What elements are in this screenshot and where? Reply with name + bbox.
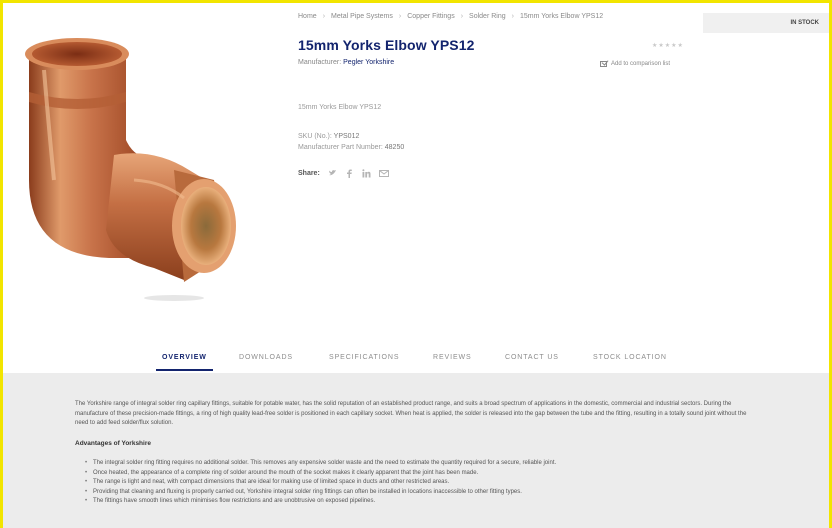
add-to-compare-label: Add to comparison list — [611, 61, 671, 67]
advantages-list: The integral solder ring fitting require… — [85, 459, 745, 507]
manufacturer-line: Manufacturer: Pegler Yorkshire — [298, 59, 394, 66]
sku-line: SKU (No.): YPS012 — [298, 131, 404, 142]
breadcrumb-separator: › — [322, 13, 326, 20]
tab-downloads[interactable]: DOWNLOADS — [239, 354, 293, 361]
product-image[interactable] — [14, 30, 264, 305]
sku-label: SKU (No.): — [298, 133, 332, 140]
email-icon[interactable] — [378, 169, 389, 178]
advantages-heading: Advantages of Yorkshire — [75, 440, 151, 447]
compare-checkbox-icon — [600, 61, 607, 67]
facebook-icon[interactable] — [345, 169, 354, 178]
tab-reviews[interactable]: REVIEWS — [433, 354, 472, 361]
breadcrumb: Home › Metal Pipe Systems › Copper Fitti… — [298, 13, 603, 20]
mpn-label: Manufacturer Part Number: — [298, 144, 383, 151]
list-item: Providing that cleaning and fluxing is p… — [85, 488, 745, 498]
product-title: 15mm Yorks Elbow YPS12 — [298, 37, 475, 53]
manufacturer-label: Manufacturer: — [298, 59, 342, 66]
mpn-value: 48250 — [384, 144, 405, 151]
manufacturer-link[interactable]: Pegler Yorkshire — [343, 59, 394, 66]
breadcrumb-separator: › — [460, 13, 464, 20]
twitter-icon[interactable] — [328, 169, 337, 178]
linkedin-icon[interactable] — [362, 169, 371, 178]
sku-block: SKU (No.): YPS012 Manufacturer Part Numb… — [298, 131, 404, 153]
tab-contact-us[interactable]: CONTACT US — [505, 354, 559, 361]
breadcrumb-separator: › — [398, 13, 402, 20]
list-item: Once heated, the appearance of a complet… — [85, 469, 745, 479]
breadcrumb-metal-pipe-systems[interactable]: Metal Pipe Systems — [331, 13, 393, 20]
short-description: 15mm Yorks Elbow YPS12 — [298, 104, 382, 111]
copper-elbow-image — [25, 38, 236, 301]
mpn-line: Manufacturer Part Number: 48250 — [298, 142, 404, 153]
breadcrumb-home[interactable]: Home — [298, 13, 317, 20]
stock-status-badge: IN STOCK — [703, 13, 829, 33]
tab-stock-location[interactable]: STOCK LOCATION — [593, 354, 667, 361]
breadcrumb-solder-ring[interactable]: Solder Ring — [469, 13, 506, 20]
breadcrumb-separator: › — [511, 13, 514, 20]
sku-value: YPS012 — [333, 133, 360, 140]
breadcrumb-current: 15mm Yorks Elbow YPS12 — [519, 13, 604, 20]
list-item: The range is light and neat, with compac… — [85, 478, 745, 488]
share-label: Share: — [298, 170, 320, 177]
tab-overview[interactable]: OVERVIEW — [156, 354, 213, 371]
list-item: The integral solder ring fitting require… — [85, 459, 745, 469]
rating-stars[interactable]: ★★★★★ — [652, 42, 684, 49]
share-bar: Share: — [298, 169, 389, 178]
overview-panel: The Yorkshire range of integral solder r… — [0, 373, 832, 528]
list-item: The fittings have smooth lines which min… — [85, 497, 745, 507]
overview-paragraph: The Yorkshire range of integral solder r… — [75, 401, 747, 426]
product-tabs: OVERVIEW DOWNLOADS SPECIFICATIONS REVIEW… — [0, 348, 832, 373]
add-to-compare-button[interactable]: Add to comparison list — [600, 61, 670, 67]
tab-specifications[interactable]: SPECIFICATIONS — [329, 354, 399, 361]
breadcrumb-copper-fittings[interactable]: Copper Fittings — [407, 13, 454, 20]
